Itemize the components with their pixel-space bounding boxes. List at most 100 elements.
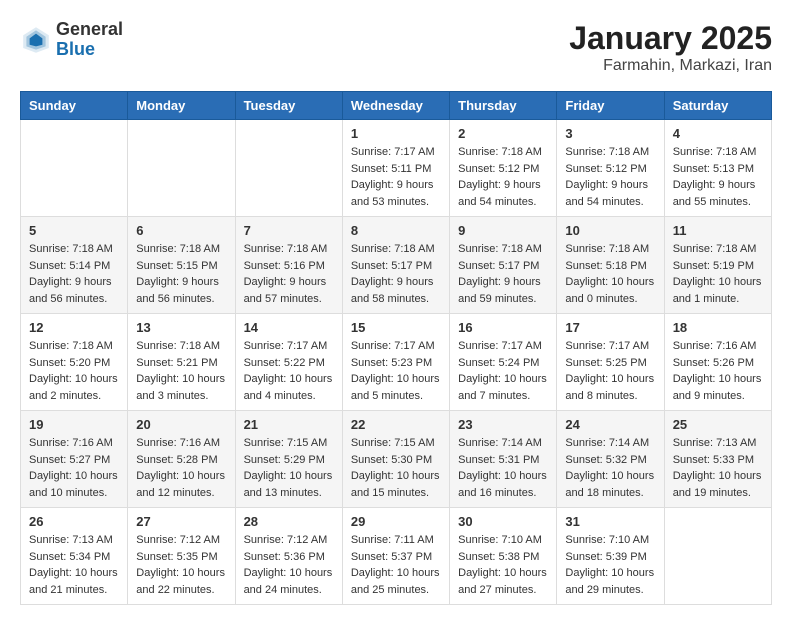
day-info-line: Sunrise: 7:15 AM bbox=[244, 437, 328, 449]
day-header-friday: Friday bbox=[557, 92, 664, 120]
calendar-cell: 2 Sunrise: 7:18 AM Sunset: 5:12 PM Daylight… bbox=[450, 120, 557, 217]
day-number: 3 bbox=[565, 126, 655, 141]
day-info: Sunrise: 7:13 AMSunset: 5:33 PMDaylight:… bbox=[673, 435, 763, 501]
day-info-line: Sunrise: 7:18 AM bbox=[673, 243, 757, 255]
day-info-line: Daylight: 10 hours and 10 minutes. bbox=[29, 470, 118, 499]
day-info-line: Sunrise: 7:18 AM bbox=[136, 243, 220, 255]
day-header-thursday: Thursday bbox=[450, 92, 557, 120]
day-number: 20 bbox=[136, 417, 226, 432]
day-info-line: Sunrise: 7:18 AM bbox=[565, 243, 649, 255]
day-header-sunday: Sunday bbox=[21, 92, 128, 120]
day-info-line: Sunrise: 7:10 AM bbox=[565, 534, 649, 546]
day-info-line: Daylight: 9 hours and 54 minutes. bbox=[458, 179, 541, 208]
day-info: Sunrise: 7:18 AMSunset: 5:12 PMDaylight:… bbox=[565, 144, 655, 210]
calendar-cell: 9Sunrise: 7:18 AMSunset: 5:17 PMDaylight… bbox=[450, 217, 557, 314]
calendar-cell bbox=[21, 120, 128, 217]
day-info-line: Sunrise: 7:18 AM bbox=[29, 243, 113, 255]
day-info-line: Sunset: 5:12 PM bbox=[458, 163, 539, 175]
day-info-line: Sunset: 5:11 PM bbox=[351, 163, 432, 175]
calendar-cell: 19Sunrise: 7:16 AMSunset: 5:27 PMDayligh… bbox=[21, 411, 128, 508]
day-info-line: Daylight: 10 hours and 8 minutes. bbox=[565, 373, 654, 402]
calendar-cell: 18 Sunrise: 7:16 AMSunset: 5:26 PMDayligh… bbox=[664, 314, 771, 411]
day-info-line: Sunset: 5:33 PM bbox=[673, 454, 754, 466]
day-info-line: Sunset: 5:37 PM bbox=[351, 551, 432, 563]
calendar-cell: 20 Sunrise: 7:16 AMSunset: 5:28 PMDayligh… bbox=[128, 411, 235, 508]
calendar-cell bbox=[128, 120, 235, 217]
calendar-cell: 14Sunrise: 7:17 AMSunset: 5:22 PMDayligh… bbox=[235, 314, 342, 411]
day-info: Sunrise: 7:17 AMSunset: 5:22 PMDaylight:… bbox=[244, 338, 334, 404]
day-info-line: Sunrise: 7:18 AM bbox=[136, 340, 220, 352]
day-number: 15 bbox=[351, 320, 441, 335]
day-info: Sunrise: 7:17 AMSunset: 5:25 PMDaylight:… bbox=[565, 338, 655, 404]
calendar-cell bbox=[664, 508, 771, 605]
day-info: Sunrise: 7:18 AMSunset: 5:16 PMDaylight:… bbox=[244, 241, 334, 307]
day-number: 12 bbox=[29, 320, 119, 335]
day-info-line: Sunset: 5:16 PM bbox=[244, 260, 325, 272]
day-info-line: Sunset: 5:19 PM bbox=[673, 260, 754, 272]
day-info: Sunrise: 7:16 AMSunset: 5:28 PMDaylight:… bbox=[136, 435, 226, 501]
calendar-cell: 10Sunrise: 7:18 AMSunset: 5:18 PMDayligh… bbox=[557, 217, 664, 314]
day-info-line: Sunrise: 7:18 AM bbox=[673, 146, 757, 158]
day-info: Sunrise: 7:18 AMSunset: 5:21 PMDaylight:… bbox=[136, 338, 226, 404]
calendar-title: January 2025 bbox=[569, 20, 772, 57]
day-number: 18 bbox=[673, 320, 763, 335]
day-header-monday: Monday bbox=[128, 92, 235, 120]
day-info: Sunrise: 7:14 AMSunset: 5:31 PMDaylight:… bbox=[458, 435, 548, 501]
day-number: 28 bbox=[244, 514, 334, 529]
day-header-wednesday: Wednesday bbox=[342, 92, 449, 120]
calendar-header: SundayMondayTuesdayWednesdayThursdayFrid… bbox=[21, 92, 772, 120]
calendar-cell: 4Sunrise: 7:18 AMSunset: 5:13 PMDaylight… bbox=[664, 120, 771, 217]
day-info-line: Sunrise: 7:11 AM bbox=[351, 534, 434, 546]
calendar-cell: 21Sunrise: 7:15 AMSunset: 5:29 PMDayligh… bbox=[235, 411, 342, 508]
day-info: Sunrise: 7:18 AMSunset: 5:20 PMDaylight:… bbox=[29, 338, 119, 404]
day-info-line: Sunrise: 7:12 AM bbox=[244, 534, 328, 546]
calendar-cell: 11Sunrise: 7:18 AMSunset: 5:19 PMDayligh… bbox=[664, 217, 771, 314]
day-number: 31 bbox=[565, 514, 655, 529]
day-headers-row: SundayMondayTuesdayWednesdayThursdayFrid… bbox=[21, 92, 772, 120]
calendar-cell: 7Sunrise: 7:18 AMSunset: 5:16 PMDaylight… bbox=[235, 217, 342, 314]
day-info-line: Daylight: 10 hours and 15 minutes. bbox=[351, 470, 440, 499]
day-info: Sunrise: 7:17 AMSunset: 5:24 PMDaylight:… bbox=[458, 338, 548, 404]
calendar-week-2: 5Sunrise: 7:18 AMSunset: 5:14 PMDaylight… bbox=[21, 217, 772, 314]
day-number: 13 bbox=[136, 320, 226, 335]
logo-text: General Blue bbox=[56, 20, 123, 60]
day-info-line: Daylight: 10 hours and 4 minutes. bbox=[244, 373, 333, 402]
day-info-line: Sunrise: 7:17 AM bbox=[565, 340, 649, 352]
day-info: Sunrise: 7:18 AMSunset: 5:19 PMDaylight:… bbox=[673, 241, 763, 307]
logo: General Blue bbox=[20, 20, 123, 60]
day-info-line: Sunrise: 7:18 AM bbox=[458, 146, 542, 158]
calendar-week-5: 26Sunrise: 7:13 AMSunset: 5:34 PMDayligh… bbox=[21, 508, 772, 605]
calendar-cell: 3 Sunrise: 7:18 AMSunset: 5:12 PMDaylight… bbox=[557, 120, 664, 217]
day-info-line: Sunset: 5:15 PM bbox=[136, 260, 217, 272]
day-number: 6 bbox=[136, 223, 226, 238]
calendar-cell: 17 Sunrise: 7:17 AMSunset: 5:25 PMDayligh… bbox=[557, 314, 664, 411]
day-info-line: Sunrise: 7:16 AM bbox=[29, 437, 113, 449]
day-number: 1 bbox=[351, 126, 441, 141]
day-info-line: Sunset: 5:23 PM bbox=[351, 357, 432, 369]
calendar-cell: 24Sunrise: 7:14 AMSunset: 5:32 PMDayligh… bbox=[557, 411, 664, 508]
day-header-saturday: Saturday bbox=[664, 92, 771, 120]
day-info-line: Sunset: 5:39 PM bbox=[565, 551, 646, 563]
calendar-cell: 16Sunrise: 7:17 AMSunset: 5:24 PMDayligh… bbox=[450, 314, 557, 411]
day-info: Sunrise: 7:17 AMSunset: 5:23 PMDaylight:… bbox=[351, 338, 441, 404]
calendar-cell bbox=[235, 120, 342, 217]
calendar-cell: 1Sunrise: 7:17 AMSunset: 5:11 PMDaylight… bbox=[342, 120, 449, 217]
day-info-line: Daylight: 10 hours and 12 minutes. bbox=[136, 470, 225, 499]
day-info-line: Daylight: 10 hours and 27 minutes. bbox=[458, 567, 547, 596]
day-info-line: Sunset: 5:20 PM bbox=[29, 357, 110, 369]
title-block: January 2025 Farmahin, Markazi, Iran bbox=[569, 20, 772, 75]
day-info-line: Daylight: 10 hours and 29 minutes. bbox=[565, 567, 654, 596]
day-info: Sunrise: 7:12 AMSunset: 5:36 PMDaylight:… bbox=[244, 532, 334, 598]
day-info-line: Sunrise: 7:18 AM bbox=[29, 340, 113, 352]
day-info-line: Sunrise: 7:12 AM bbox=[136, 534, 220, 546]
day-number: 5 bbox=[29, 223, 119, 238]
day-info-line: Daylight: 9 hours and 53 minutes. bbox=[351, 179, 434, 208]
day-number: 2 bbox=[458, 126, 548, 141]
day-number: 17 bbox=[565, 320, 655, 335]
day-info: Sunrise: 7:16 AMSunset: 5:26 PMDaylight:… bbox=[673, 338, 763, 404]
day-info: Sunrise: 7:11 AMSunset: 5:37 PMDaylight:… bbox=[351, 532, 441, 598]
day-number: 25 bbox=[673, 417, 763, 432]
calendar-cell: 27Sunrise: 7:12 AMSunset: 5:35 PMDayligh… bbox=[128, 508, 235, 605]
day-info-line: Daylight: 10 hours and 5 minutes. bbox=[351, 373, 440, 402]
day-info-line: Sunset: 5:21 PM bbox=[136, 357, 217, 369]
